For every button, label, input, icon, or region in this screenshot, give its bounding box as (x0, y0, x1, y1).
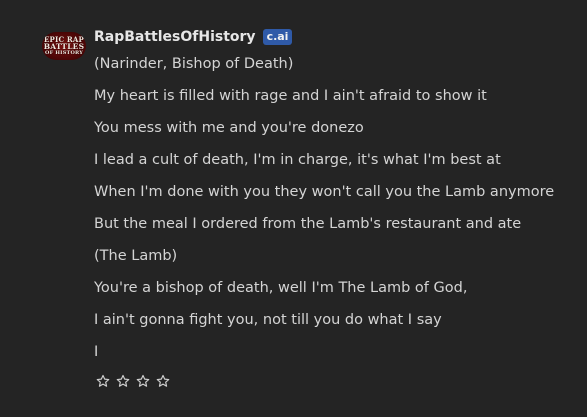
star-outline-icon[interactable] (136, 374, 150, 388)
message-body: (Narinder, Bishop of Death) My heart is … (94, 53, 554, 373)
message-line: You're a bishop of death, well I'm The L… (94, 280, 468, 296)
star-outline-icon[interactable] (156, 374, 170, 388)
author-name[interactable]: RapBattlesOfHistory (94, 29, 256, 45)
avatar-logo-text: BATTLES (43, 41, 85, 51)
message-line: When I'm done with you they won't call y… (94, 184, 555, 200)
message-line: I ain't gonna fight you, not till you do… (94, 312, 442, 328)
message-header: RapBattlesOfHistory c.ai (94, 27, 293, 47)
message-line: My heart is filled with rage and I ain't… (94, 88, 487, 104)
avatar[interactable]: EPIC RAP BATTLES OF HISTORY (42, 32, 86, 60)
ai-badge: c.ai (262, 29, 293, 45)
message-line: But the meal I ordered from the Lamb's r… (94, 216, 522, 232)
message-line: I lead a cult of death, I'm in charge, i… (94, 152, 501, 168)
message-line: You mess with me and you're donezo (94, 120, 364, 136)
avatar-logo-text: OF HISTORY (45, 49, 83, 56)
star-outline-icon[interactable] (96, 374, 110, 388)
chat-message: EPIC RAP BATTLES OF HISTORY RapBattlesOf… (0, 0, 587, 417)
star-outline-icon[interactable] (116, 374, 130, 388)
message-line: (Narinder, Bishop of Death) (94, 56, 294, 72)
message-line: (The Lamb) (94, 248, 178, 264)
star-rating (96, 374, 170, 388)
message-line: I (94, 344, 99, 360)
